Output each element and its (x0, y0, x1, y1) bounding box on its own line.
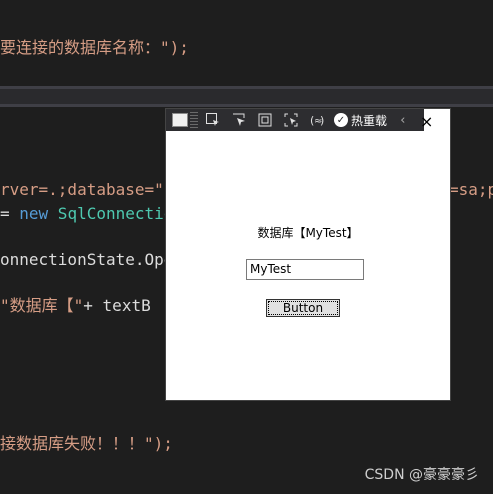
hot-reload-button[interactable]: ✓ 热重载 (334, 112, 387, 129)
code-line-3: = new SqlConnectio (0, 204, 173, 224)
svg-text:): ) (320, 114, 324, 127)
code-line-5: "数据库【"+ textB (0, 296, 151, 316)
app-icon (172, 113, 188, 127)
editor-separator-band (0, 86, 493, 106)
code-line-2-a: rver=.;database=" (0, 180, 164, 199)
toolbar-grip-icon[interactable] (190, 112, 198, 128)
code-line-1: 要连接的数据库名称："); (0, 38, 189, 57)
debug-toolbar: (≈) ✓ 热重载 ‹ (166, 109, 424, 131)
close-icon[interactable]: × (420, 112, 433, 131)
code-line-2: rver=.;database=" (0, 180, 164, 200)
code-line-4: onnectionState.Ope (0, 250, 174, 269)
code-type-sqlconnection: SqlConnectio (48, 204, 174, 223)
code-line-2-b: =sa;p (449, 180, 493, 199)
binding-failures-icon[interactable]: (≈) (306, 111, 328, 129)
code-line-5-plain: + textB (83, 296, 151, 315)
layout-adorner-icon[interactable] (254, 111, 276, 129)
connect-button[interactable]: Button (266, 299, 340, 317)
code-line-5-str: "数据库【" (0, 296, 84, 315)
watermark: CSDN @豪豪豪彡 (364, 467, 479, 483)
editor-separator-top (0, 86, 493, 89)
code-line-6: 接数据库失败！！！"); (0, 434, 173, 453)
database-label: 数据库【MyTest】 (257, 226, 359, 240)
editor-separator-bottom (0, 104, 493, 107)
track-focus-icon[interactable] (280, 111, 302, 129)
hot-reload-label: 热重载 (351, 113, 388, 128)
code-keyword-new: new (19, 204, 49, 223)
check-circle-icon: ✓ (334, 113, 348, 127)
select-element-icon[interactable] (202, 111, 224, 129)
database-name-textbox[interactable]: MyTest (246, 259, 364, 280)
winform-window: (≈) ✓ 热重载 ‹ × 数据库【MyTest】 MyTest Button (166, 109, 450, 400)
code-line-3-a: = (0, 204, 20, 223)
collapse-toolbar-icon[interactable]: ‹ (399, 113, 407, 128)
pointer-icon[interactable] (228, 111, 250, 129)
